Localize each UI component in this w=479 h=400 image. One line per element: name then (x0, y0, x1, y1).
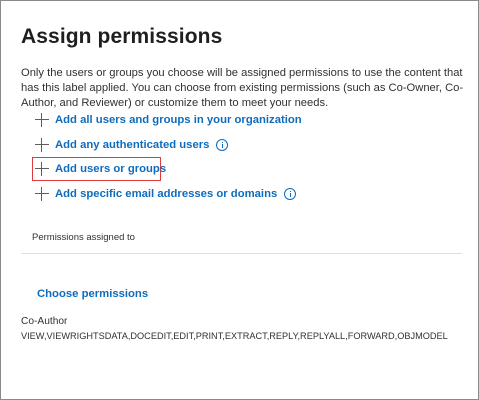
permission-role-name: Co-Author (21, 316, 68, 327)
plus-icon (35, 138, 49, 152)
page-description: Only the users or groups you choose will… (21, 67, 464, 109)
info-icon[interactable] (216, 139, 229, 151)
divider (21, 253, 462, 254)
page-title: Assign permissions (21, 25, 223, 48)
add-authenticated-users-button[interactable]: Add any authenticated users (35, 136, 229, 154)
choose-permissions-link[interactable]: Choose permissions (37, 288, 148, 300)
permission-rights-list: VIEW,VIEWRIGHTSDATA,DOCEDIT,EDIT,PRINT,E… (21, 331, 448, 341)
add-email-domains-label: Add specific email addresses or domains (55, 188, 278, 200)
info-icon[interactable] (284, 188, 297, 200)
plus-icon (35, 187, 49, 201)
plus-icon (35, 113, 49, 127)
permissions-assigned-label: Permissions assigned to (32, 232, 135, 243)
add-all-users-groups-label: Add all users and groups in your organiz… (55, 114, 302, 126)
plus-icon (35, 162, 49, 176)
add-all-users-groups-button[interactable]: Add all users and groups in your organiz… (35, 111, 302, 129)
add-users-or-groups-button[interactable]: Add users or groups (35, 160, 166, 178)
add-authenticated-users-label: Add any authenticated users (55, 139, 210, 151)
dialog-panel: Assign permissions Only the users or gro… (0, 0, 479, 400)
add-users-or-groups-label: Add users or groups (55, 163, 167, 175)
add-email-domains-button[interactable]: Add specific email addresses or domains (35, 185, 297, 203)
